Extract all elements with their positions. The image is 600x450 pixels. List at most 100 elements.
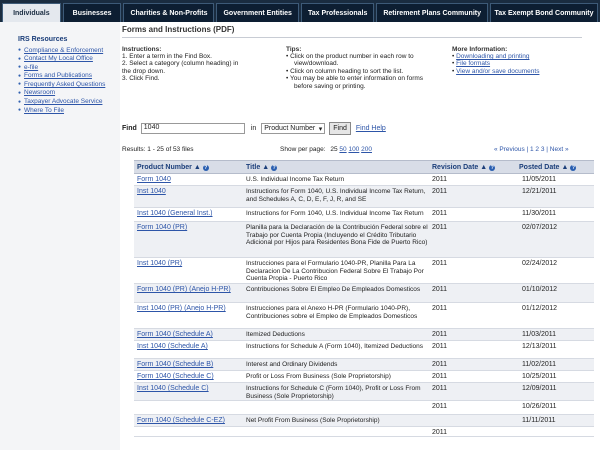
tab-retirement-plans[interactable]: Retirement Plans Community [376, 3, 488, 22]
help-icon[interactable]: ? [489, 165, 496, 171]
sidebar: IRS Resources ● Compliance & Enforcement … [0, 22, 120, 450]
sidebar-title: IRS Resources [18, 36, 68, 43]
tab-tax-exempt-bond[interactable]: Tax Exempt Bond Community [490, 3, 598, 22]
product-number-link[interactable]: Form 1040 (Schedule C) [137, 373, 232, 381]
sidebar-link[interactable]: Forms and Publications [24, 72, 92, 79]
revision-date: 2011 [432, 331, 448, 338]
search-bar: Find 1040 in Product Number ▾ Find Find H… [122, 122, 592, 135]
product-number-link[interactable]: Form 1040 (PR) [137, 224, 232, 232]
posted-date: 11/03/2011 [522, 331, 556, 338]
row-title: Contribuciones Sobre El Empleo De Emplea… [246, 286, 421, 293]
more-info-link[interactable]: • Downloading and printing [452, 53, 582, 60]
product-number-link[interactable]: Inst 1040 (General Inst.) [137, 210, 232, 218]
sidebar-item-advocate[interactable]: ● Taxpayer Advocate Service [18, 98, 120, 106]
tab-businesses[interactable]: Businesses [62, 3, 122, 22]
revision-date: 2011 [432, 305, 448, 312]
product-number-link[interactable]: Form 1040 (PR) (Anejo H-PR) [137, 286, 232, 294]
table-row: Form 1040 (Schedule A) Itemized Deduction… [134, 329, 594, 341]
results-summary: Results: 1 - 25 of 53 files [122, 146, 194, 153]
column-header-product-number[interactable]: Product Number ▲? [137, 164, 209, 171]
table-row: Form 1040 (Schedule C-EZ) Net Profit From… [134, 415, 594, 427]
bullet-icon: ● [18, 47, 22, 53]
sort-arrow-icon: ▲ [480, 164, 488, 171]
find-help-link[interactable]: Find Help [356, 125, 386, 132]
table-row: Inst 1040 (Schedule A) Instructions for S… [134, 341, 594, 359]
sidebar-item-forms[interactable]: ● Forms and Publications [18, 72, 120, 80]
find-input[interactable]: 1040 [140, 123, 245, 134]
help-icon[interactable]: ? [202, 165, 209, 171]
revision-date: 2011 [432, 188, 448, 195]
revision-date: 2011 [432, 403, 448, 410]
table-row: Inst 1040 (PR) Instrucciones para el Form… [134, 258, 594, 284]
tab-tax-professionals[interactable]: Tax Professionals [300, 3, 375, 22]
sidebar-item-faq[interactable]: ● Frequently Asked Questions [18, 80, 120, 88]
row-title: Net Profit From Business (Sole Proprieto… [246, 417, 380, 424]
find-button[interactable]: Find [329, 122, 351, 135]
product-number-link[interactable]: Inst 1040 (Schedule A) [137, 343, 232, 351]
category-select[interactable]: Product Number ▾ [261, 123, 326, 134]
product-number-link[interactable]: Inst 1040 (PR) [137, 260, 232, 268]
product-number-link[interactable]: Form 1040 (Schedule C-EZ) [137, 417, 232, 425]
sidebar-item-newsroom[interactable]: ● Newsroom [18, 89, 120, 97]
pagination[interactable]: « Previous | 1 2 3 | Next » [494, 146, 569, 153]
posted-date: 02/24/2012 [522, 260, 558, 267]
row-title: Instructions for Schedule C (Form 1040),… [246, 385, 421, 400]
help-icon[interactable]: ? [570, 165, 577, 171]
row-title: Instrucciones para el Anexo H-PR (Formul… [246, 305, 418, 320]
revision-date: 2011 [432, 343, 448, 350]
posted-date: 12/09/2011 [522, 385, 557, 392]
per-page-200[interactable]: 200 [361, 146, 372, 153]
sidebar-link[interactable]: e-file [24, 64, 38, 71]
row-title: Instrucciones para el Formulario 1040-PR… [246, 260, 424, 283]
per-page-100[interactable]: 100 [348, 146, 359, 153]
table-row: Form 1040 (PR) (Anejo H-PR) Contribucione… [134, 284, 594, 303]
more-info-link[interactable]: • File formats [452, 60, 582, 67]
product-number-link[interactable]: Inst 1040 (PR) (Anejo H-PR) [137, 305, 232, 313]
per-page-50[interactable]: 50 [339, 146, 346, 153]
product-number-link[interactable]: Form 1040 (Schedule A) [137, 331, 232, 339]
sidebar-item-where-to-file[interactable]: ● Where To File [18, 106, 120, 114]
sidebar-item-contact-office[interactable]: ● Contact My Local Office [18, 55, 120, 63]
more-info-link[interactable]: • View and/or save documents [452, 68, 582, 75]
divider [122, 37, 582, 38]
sidebar-item-efile[interactable]: ● e-file [18, 63, 120, 71]
product-number-link[interactable]: Form 1040 [137, 176, 232, 184]
tip-text: • You may be able to enter information o… [286, 75, 424, 83]
tips-heading: Tips: [286, 46, 302, 53]
per-page-25[interactable]: 25 [330, 146, 337, 153]
column-header-revision-date[interactable]: Revision Date ▲? [432, 164, 496, 171]
sidebar-item-compliance[interactable]: ● Compliance & Enforcement [18, 46, 120, 54]
table-row: Inst 1040 (PR) (Anejo H-PR) Instrucciones… [134, 303, 594, 329]
column-header-posted-date[interactable]: Posted Date ▲? [519, 164, 577, 171]
posted-date: 12/13/2011 [522, 343, 557, 350]
row-title: Instructions for Form 1040, U.S. Individ… [246, 188, 426, 203]
row-title: Planilla para la Declaración de la Contr… [246, 224, 428, 247]
help-icon[interactable]: ? [271, 165, 278, 171]
sort-arrow-icon: ▲ [193, 164, 201, 171]
sidebar-link[interactable]: Contact My Local Office [24, 55, 93, 62]
tab-charities-non-profits[interactable]: Charities & Non-Profits [123, 3, 215, 22]
bullet-icon: ● [18, 107, 22, 114]
revision-date: 2011 [432, 286, 448, 293]
bullet-icon: ● [18, 64, 22, 71]
sidebar-link[interactable]: Where To File [24, 107, 64, 114]
posted-date: 11/30/2011 [522, 210, 556, 217]
posted-date: 11/05/2011 [522, 176, 556, 183]
row-title: Profit or Loss From Business (Sole Propr… [246, 373, 391, 380]
posted-date: 01/10/2012 [522, 286, 558, 293]
sidebar-link[interactable]: Frequently Asked Questions [24, 81, 105, 88]
tab-government-entities[interactable]: Government Entities [216, 3, 299, 22]
sidebar-link[interactable]: Newsroom [24, 89, 55, 96]
product-number-link[interactable]: Inst 1040 [137, 188, 232, 196]
bullet-icon: ● [18, 98, 22, 105]
tab-individuals[interactable]: Individuals [2, 3, 61, 22]
column-header-title[interactable]: Title ▲? [246, 164, 278, 171]
revision-date: 2011 [432, 224, 448, 231]
posted-date: 01/12/2012 [522, 305, 558, 312]
product-number-link[interactable]: Inst 1040 (Schedule C) [137, 385, 232, 393]
revision-date: 2011 [432, 361, 448, 368]
sidebar-link[interactable]: Compliance & Enforcement [24, 47, 103, 54]
product-number-link[interactable]: Form 1040 (Schedule B) [137, 361, 232, 369]
sidebar-link[interactable]: Taxpayer Advocate Service [24, 98, 102, 105]
table-header: Product Number ▲? Title ▲? Revision Date ▲?… [134, 160, 594, 174]
